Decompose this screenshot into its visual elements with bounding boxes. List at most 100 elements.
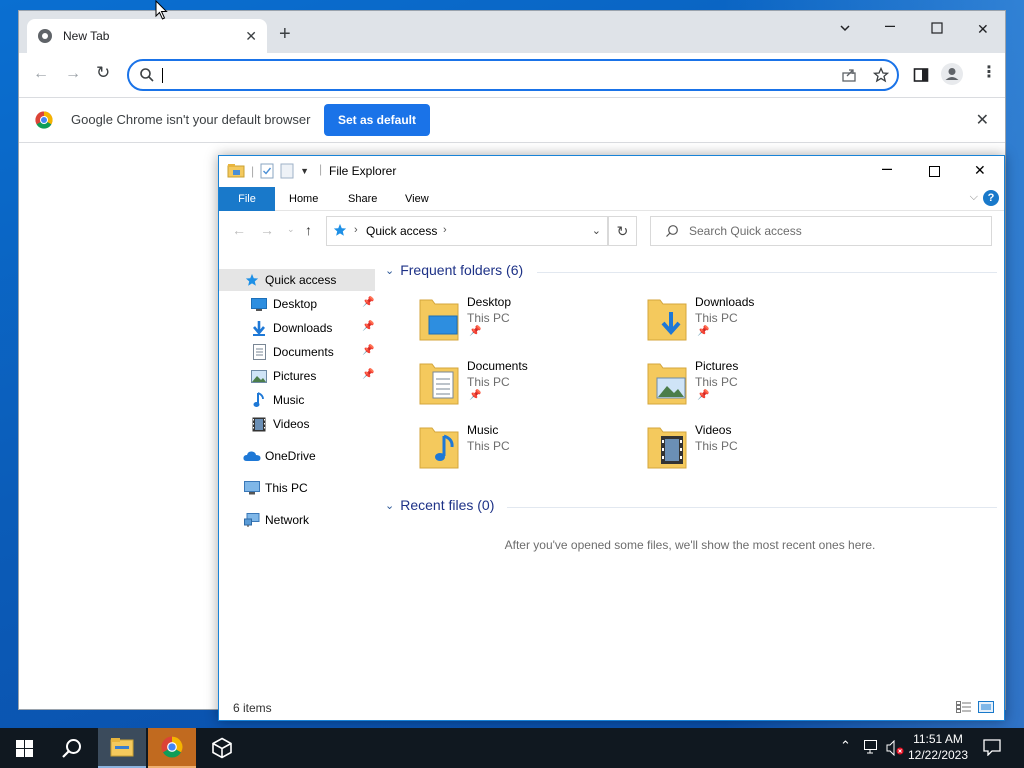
recent-locations-icon[interactable]: ⌄ — [287, 224, 295, 235]
explorer-search-input[interactable] — [689, 222, 979, 240]
start-button[interactable] — [0, 728, 48, 768]
chrome-reload-button[interactable]: ↻ — [96, 63, 110, 83]
pin-icon[interactable]: 📌 — [362, 297, 374, 308]
folder-location: This PC — [467, 311, 510, 325]
qat-dropdown-icon[interactable]: ▼ — [300, 166, 309, 176]
bookmark-star-icon[interactable] — [872, 66, 890, 86]
address-location[interactable]: Quick access — [366, 224, 437, 238]
chrome-tab-favicon-icon — [38, 29, 52, 43]
chrome-omnibox[interactable] — [127, 59, 899, 91]
ribbon-tab-view[interactable]: View — [393, 187, 441, 211]
set-as-default-button[interactable]: Set as default — [324, 104, 430, 136]
nav-label: Videos — [273, 417, 310, 431]
ribbon-tab-share[interactable]: Share — [336, 187, 389, 211]
nav-item-pictures[interactable]: Pictures 📌 — [219, 365, 375, 387]
nav-item-quick-access[interactable]: Quick access — [219, 269, 375, 291]
group-title: Recent files (0) — [400, 497, 495, 513]
default-browser-infobar: Google Chrome isn't your default browser… — [19, 97, 1005, 143]
nav-item-documents[interactable]: Documents 📌 — [219, 341, 375, 363]
infobar-message: Google Chrome isn't your default browser — [71, 112, 311, 127]
details-view-icon[interactable] — [956, 701, 972, 713]
nav-item-this-pc[interactable]: This PC — [219, 477, 375, 499]
chrome-tab-close-icon[interactable]: ✕ — [245, 28, 257, 45]
nav-label: Music — [273, 393, 305, 407]
title-separator: | — [319, 162, 323, 176]
folder-tile-videos[interactable]: Videos This PC — [647, 422, 867, 478]
folder-tile-pictures[interactable]: Pictures This PC 📌 — [647, 358, 867, 414]
address-dropdown-icon[interactable]: ⌄ — [592, 224, 601, 237]
ribbon-tab-file[interactable]: File — [219, 187, 275, 211]
nav-label: Pictures — [273, 369, 317, 383]
pin-icon[interactable]: 📌 — [362, 321, 374, 332]
nav-item-downloads[interactable]: Downloads 📌 — [219, 317, 375, 339]
taskbar-chrome[interactable] — [148, 728, 196, 768]
group-title: Frequent folders (6) — [400, 262, 524, 278]
frequent-folders-header[interactable]: ⌄ Frequent folders (6) — [385, 262, 523, 278]
infobar-close-icon[interactable]: ✕ — [976, 110, 989, 130]
recent-files-header[interactable]: ⌄ Recent files (0) — [385, 497, 494, 513]
explorer-address-row: ← → ⌄ ↑ › Quick access › ⌄ ↻ — [219, 213, 1004, 249]
large-icons-view-icon[interactable] — [978, 701, 994, 713]
chrome-new-tab-button[interactable]: + — [279, 24, 291, 44]
explorer-back-button[interactable]: ← — [232, 222, 246, 238]
chrome-minimize-button[interactable]: – — [885, 15, 895, 36]
music-folder-icon — [419, 427, 459, 469]
collapse-chevron-icon[interactable]: ⌄ — [385, 264, 394, 277]
qat-separator: | — [251, 164, 255, 178]
explorer-up-button[interactable]: ↑ — [305, 222, 312, 238]
explorer-search-icon — [666, 225, 678, 237]
profile-avatar-icon[interactable] — [941, 63, 963, 88]
downloads-icon — [250, 320, 268, 336]
pin-icon[interactable]: 📌 — [362, 369, 374, 380]
chrome-maximize-button[interactable] — [931, 21, 943, 37]
folder-tile-documents[interactable]: Documents This PC 📌 — [419, 358, 639, 414]
share-icon[interactable] — [841, 67, 857, 86]
new-folder-icon[interactable] — [280, 163, 294, 179]
side-panel-icon[interactable] — [913, 67, 929, 86]
explorer-minimize-button[interactable]: – — [882, 158, 892, 179]
properties-icon[interactable] — [260, 163, 274, 179]
pin-icon[interactable]: 📌 — [362, 345, 374, 356]
address-chevron-icon[interactable]: › — [443, 224, 447, 236]
explorer-search-box[interactable] — [650, 216, 992, 246]
omnibox-search-icon — [140, 68, 154, 82]
nav-item-music[interactable]: Music — [219, 389, 375, 411]
folder-name: Documents — [467, 359, 528, 373]
folder-tile-desktop[interactable]: Desktop This PC 📌 — [419, 294, 639, 350]
nav-item-network[interactable]: Network — [219, 509, 375, 531]
help-icon[interactable]: ? — [983, 190, 999, 206]
videos-icon — [250, 416, 268, 432]
folder-tile-downloads[interactable]: Downloads This PC 📌 — [647, 294, 867, 350]
explorer-refresh-button[interactable]: ↻ — [608, 216, 637, 246]
explorer-maximize-button[interactable] — [929, 164, 940, 180]
notification-center-icon[interactable] — [983, 738, 1001, 759]
tray-overflow-icon[interactable]: ⌃ — [840, 738, 851, 754]
address-bar[interactable]: › Quick access › ⌄ — [326, 216, 608, 246]
folder-tile-music[interactable]: Music This PC — [419, 422, 639, 478]
quick-access-toolbar: | ▼ — [227, 163, 309, 179]
taskbar-clock[interactable]: 11:51 AM 12/22/2023 — [900, 731, 976, 763]
chrome-toolbar: ← → ↻ ⋮ — [19, 53, 1005, 97]
explorer-forward-button[interactable]: → — [260, 222, 274, 238]
chrome-tab-search-icon[interactable] — [839, 21, 851, 37]
omnibox-input[interactable] — [165, 63, 805, 87]
taskbar-search-button[interactable] — [48, 728, 96, 768]
chrome-forward-button[interactable]: → — [65, 65, 81, 83]
ribbon-expand-icon[interactable]: ⌵ — [970, 191, 978, 204]
ribbon-tab-home[interactable]: Home — [277, 187, 330, 211]
group-divider — [537, 272, 997, 273]
chrome-menu-icon[interactable]: ⋮ — [981, 65, 997, 81]
collapse-chevron-icon[interactable]: ⌄ — [385, 499, 394, 512]
explorer-close-button[interactable]: ✕ — [974, 162, 986, 179]
taskbar-3d-app[interactable] — [198, 728, 246, 768]
taskbar-file-explorer[interactable] — [98, 728, 146, 768]
chrome-close-button[interactable]: ✕ — [977, 21, 989, 38]
nav-item-videos[interactable]: Videos — [219, 413, 375, 435]
search-icon — [62, 739, 81, 758]
network-status-icon[interactable] — [864, 740, 880, 757]
chrome-back-button[interactable]: ← — [33, 65, 49, 83]
address-chevron-icon[interactable]: › — [354, 224, 358, 236]
nav-item-onedrive[interactable]: OneDrive — [219, 445, 375, 467]
nav-item-desktop[interactable]: Desktop 📌 — [219, 293, 375, 315]
chrome-tab-new-tab[interactable]: New Tab ✕ — [27, 19, 267, 53]
